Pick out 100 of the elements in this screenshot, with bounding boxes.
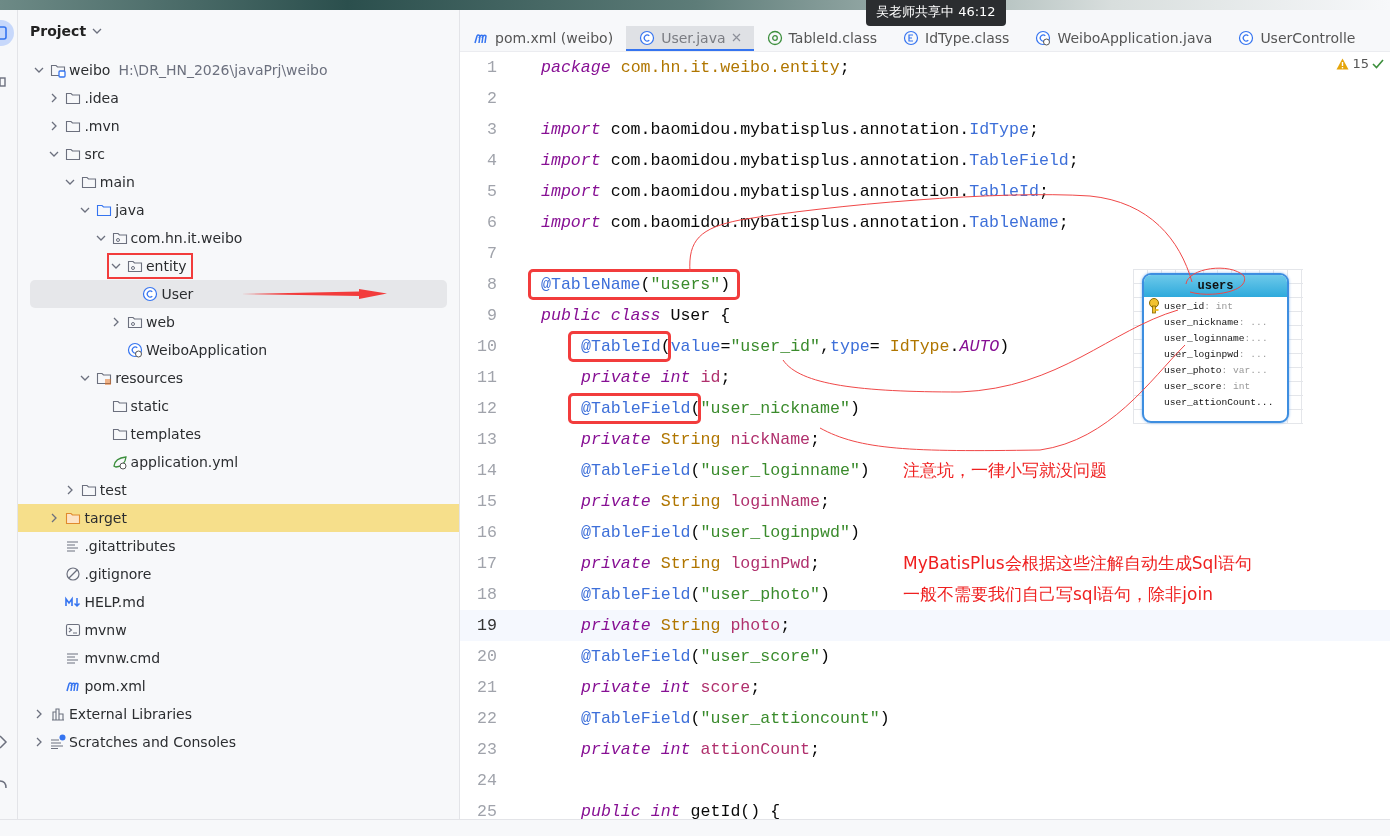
code-line: private int attionCount; [580,739,821,761]
panel-title[interactable]: Project [30,23,87,39]
tree-item[interactable]: static [18,392,459,420]
table-name: users [1144,275,1287,297]
class-icon [142,286,159,302]
tree-item[interactable]: .gitignore [18,560,459,588]
tree-item[interactable]: main [18,168,459,196]
line-number: 2 [486,89,497,108]
tree-item[interactable]: com.hn.it.weibo [18,224,459,252]
editor-tab[interactable]: IdType.class [890,26,1023,51]
line-number: 11 [476,368,497,387]
code-line: import com.baomidou.mybatisplus.annotation.TableField; [540,150,1080,172]
editor-tab[interactable]: TableId.class [753,26,890,51]
folder-icon [65,510,82,526]
tree-item[interactable]: target [18,504,459,532]
terminal-icon [65,622,82,638]
folder-icon [111,398,128,414]
enum-icon [903,29,919,46]
tree-item[interactable]: .idea [18,84,459,112]
editor-tab[interactable]: UserControlle [1225,26,1369,51]
line-number: 22 [476,709,497,728]
line-number: 14 [476,461,497,480]
column-name: user_attionCount... [1164,396,1274,408]
annotation-icon [766,29,783,46]
folder-icon [65,90,82,106]
package-icon [127,314,143,330]
tree-item[interactable]: resources [18,364,459,392]
code-line: public class User { [540,305,732,327]
code-line: private String nickName; [580,429,822,451]
editor-tab[interactable]: pom.xml (weibo) [460,26,627,51]
tree-item[interactable]: java [18,196,459,224]
code-line: @TableId(value="user_id",type= IdType.AUTO) [567,331,1020,362]
tree-item[interactable]: entity [18,252,459,280]
line-number: 19 [476,616,497,635]
chevron-right-icon[interactable] [34,737,44,747]
tree-item[interactable]: test [18,476,459,504]
editor-tab[interactable]: WeiboApplication.java [1022,26,1226,51]
code-line: @TableField("user_nickname") [567,393,870,424]
chevron-down-icon[interactable] [95,233,106,243]
tree-item[interactable]: .mvn [18,112,459,140]
line-number: 9 [486,306,497,325]
tree-item[interactable]: HELP.md [18,588,459,616]
tree-item[interactable]: weibo H:\DR_HN_2026\javaPrj\weibo [18,56,459,84]
chevron-down-icon[interactable] [64,177,75,187]
tree-item[interactable]: src [18,140,459,168]
line-number: 5 [486,182,497,201]
line-number: 4 [486,151,497,170]
chevron-right-icon[interactable] [111,317,121,327]
class-icon [127,342,143,358]
services-icon[interactable] [0,735,8,749]
line-number: 21 [476,678,497,697]
tree-item[interactable]: Scratches and Consoles [18,728,459,756]
class-icon [639,29,656,46]
column-name: user_score: int [1164,380,1251,392]
chevron-down-icon[interactable] [92,27,103,35]
tree-item[interactable]: templates [18,420,459,448]
code-line: private int score; [580,677,762,699]
tree-item[interactable]: pom.xml [18,672,459,700]
column-name: user_nickname: ... [1164,316,1268,328]
folder-icon [80,174,97,190]
tree-item[interactable]: mvnw.cmd [18,644,459,672]
column-name: user_photo: var... [1164,364,1268,376]
chevron-down-icon[interactable] [49,149,60,159]
annotation-note: 一般不需要我们自己写sql语句，除非join [903,583,1213,606]
chevron-right-icon[interactable] [34,709,44,719]
tree-item[interactable]: External Libraries [18,700,459,728]
check-icon[interactable] [1372,58,1384,69]
tree-item[interactable]: User [30,280,447,308]
line-number: 3 [486,120,497,139]
chevron-down-icon[interactable] [80,205,91,215]
close-icon[interactable] [731,33,741,42]
code-line: @TableField("user_loginpwd") [580,522,861,544]
folder-icon [65,118,82,134]
chevron-down-icon[interactable] [80,373,91,383]
line-number: 12 [476,399,497,418]
code-line: @TableField("user_photo") [580,584,831,606]
line-number: 15 [476,492,497,511]
chevron-down-icon[interactable] [34,65,44,75]
warning-count[interactable]: 15 [1352,56,1369,71]
annotation-note: MyBatisPlus会根据这些注解自动生成Sql语句 [903,552,1252,575]
package-icon [111,230,128,246]
tree-item[interactable]: WeiboApplication [18,336,459,364]
code-line: @TableField("user_attioncount") [580,708,891,730]
tree-item[interactable]: application.yml [18,448,459,476]
source-folder-icon [96,202,113,218]
tree-item[interactable]: mvnw [18,616,459,644]
chevron-down-icon[interactable] [111,261,121,271]
code-line: package com.hn.it.weibo.entity; [540,57,851,79]
scratches-icon [50,734,66,750]
line-number: 13 [476,430,497,449]
code-line: @TableField("user_score") [580,646,831,668]
tree-item[interactable]: .gitattributes [18,532,459,560]
tree-item[interactable]: web [18,308,459,336]
package-icon [127,258,143,274]
structure-icon[interactable] [0,76,8,88]
tooltip: 吴老师共享中 46:12 [866,0,1006,26]
folder-icon [111,426,128,442]
project-tool-icon[interactable] [0,20,14,46]
line-number: 8 [486,275,497,294]
folder-icon [80,482,97,498]
